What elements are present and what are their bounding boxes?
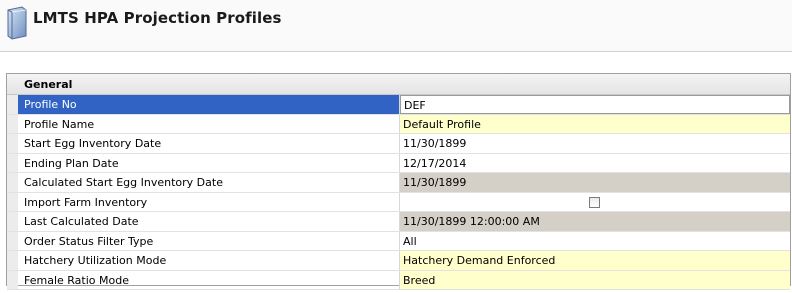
profile-name-field[interactable]: Default Profile — [400, 114, 790, 133]
property-row-hatchery-utilization-mode[interactable]: Hatchery Utilization Mode Hatchery Deman… — [7, 251, 790, 271]
property-name[interactable]: Female Ratio Mode — [18, 270, 400, 289]
property-row-profile-name[interactable]: Profile Name Default Profile — [7, 114, 790, 134]
page-title: LMTS HPA Projection Profiles — [33, 9, 282, 27]
property-name[interactable]: Start Egg Inventory Date — [18, 134, 400, 153]
female-ratio-mode-field[interactable]: Breed — [400, 270, 790, 289]
property-name[interactable]: Ending Plan Date — [18, 153, 400, 172]
property-row-female-ratio-mode[interactable]: Female Ratio Mode Breed — [7, 270, 790, 290]
property-name[interactable]: Calculated Start Egg Inventory Date — [18, 173, 400, 192]
property-row-calculated-start-egg-inventory-date[interactable]: Calculated Start Egg Inventory Date 11/3… — [7, 173, 790, 193]
property-name[interactable]: Profile No — [18, 95, 400, 114]
property-name[interactable]: Last Calculated Date — [18, 212, 400, 231]
property-name[interactable]: Profile Name — [18, 114, 400, 133]
ending-plan-date-field[interactable]: 12/17/2014 — [400, 154, 790, 173]
document-icon — [7, 6, 27, 40]
property-name[interactable]: Order Status Filter Type — [18, 231, 400, 250]
last-calculated-date-value: 11/30/1899 12:00:00 AM — [400, 212, 790, 231]
property-name[interactable]: Import Farm Inventory — [18, 192, 400, 211]
property-row-import-farm-inventory[interactable]: Import Farm Inventory — [7, 192, 790, 212]
property-row-order-status-filter-type[interactable]: Order Status Filter Type All — [7, 231, 790, 251]
import-farm-inventory-cell[interactable] — [400, 193, 790, 212]
property-grid: General Profile No DEF Profile Name Defa… — [6, 73, 791, 290]
property-name[interactable]: Hatchery Utilization Mode — [18, 251, 400, 270]
profile-no-field[interactable]: DEF — [400, 95, 790, 114]
property-row-last-calculated-date[interactable]: Last Calculated Date 11/30/1899 12:00:00… — [7, 212, 790, 232]
order-status-filter-type-field[interactable]: All — [400, 232, 790, 251]
window-header: LMTS HPA Projection Profiles — [0, 0, 792, 52]
property-row-ending-plan-date[interactable]: Ending Plan Date 12/17/2014 — [7, 153, 790, 173]
hatchery-utilization-mode-field[interactable]: Hatchery Demand Enforced — [400, 251, 790, 270]
start-egg-inventory-date-field[interactable]: 11/30/1899 — [400, 134, 790, 153]
calculated-start-egg-inventory-date-value: 11/30/1899 — [400, 173, 790, 192]
property-row-start-egg-inventory-date[interactable]: Start Egg Inventory Date 11/30/1899 — [7, 134, 790, 154]
import-farm-inventory-checkbox[interactable] — [589, 196, 600, 208]
property-row-profile-no[interactable]: Profile No DEF — [7, 95, 790, 115]
group-label: General — [24, 78, 73, 91]
group-header-general[interactable]: General — [7, 74, 790, 95]
